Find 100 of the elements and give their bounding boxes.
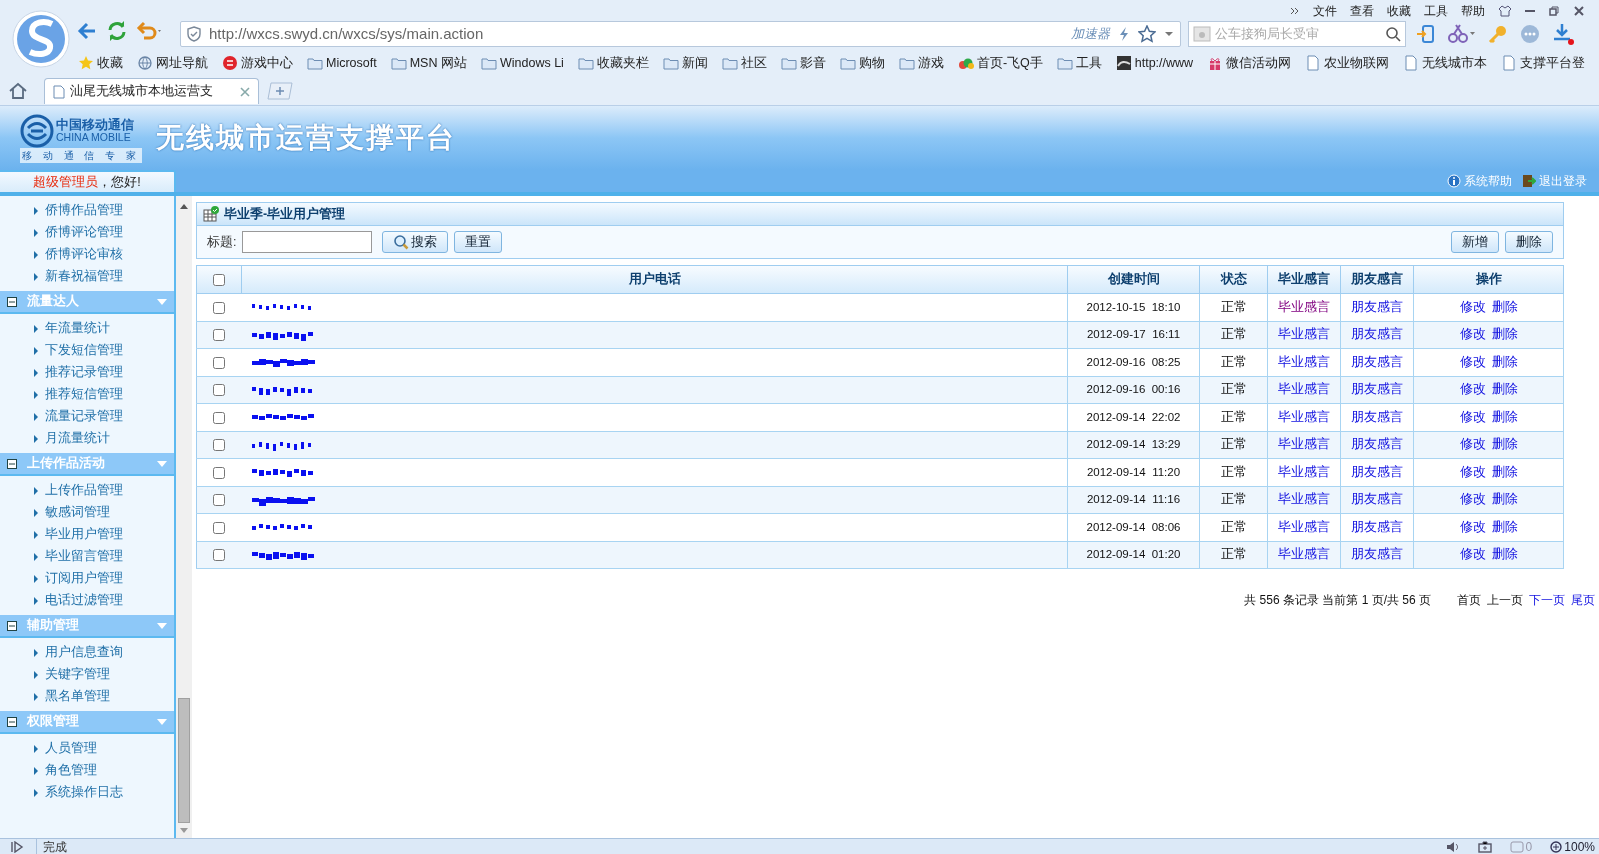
browser-tab[interactable]: 汕尾无线城市本地运营支 (44, 78, 259, 104)
add-button[interactable]: 新增 (1451, 231, 1499, 253)
bookmark-link[interactable]: 收藏 (78, 54, 123, 73)
refresh-icon[interactable] (106, 20, 128, 42)
medkit-icon[interactable] (1477, 840, 1492, 853)
zoom-level[interactable]: 100% (1564, 837, 1595, 854)
sidebar-item[interactable]: 新春祝福管理 (0, 267, 174, 286)
sidebar-item[interactable]: 敏感词管理 (0, 503, 174, 522)
search-box[interactable]: 公车接狗局长受审 (1188, 21, 1406, 47)
scrollbar-thumb[interactable] (178, 698, 190, 823)
sidebar-item[interactable]: 人员管理 (0, 739, 174, 758)
delete-link[interactable]: 删除 (1491, 299, 1518, 314)
search-button[interactable]: 搜索 (382, 231, 449, 253)
row-checkbox[interactable] (213, 411, 226, 424)
row-checkbox[interactable] (213, 494, 226, 507)
bookmark-link[interactable]: 收藏夹栏 (577, 54, 649, 73)
pagination-link[interactable]: 尾页 (1571, 591, 1595, 609)
sidebar-item[interactable]: 下发短信管理 (0, 341, 174, 360)
sidebar-item[interactable]: 侨博作品管理 (0, 201, 174, 220)
edit-link[interactable]: 修改 (1459, 354, 1486, 369)
delete-link[interactable]: 删除 (1491, 547, 1518, 562)
bookmark-link[interactable]: 首页-飞Q手 (957, 54, 1043, 73)
reset-button[interactable]: 重置 (454, 231, 503, 253)
bookmark-link[interactable]: Microsoft (307, 54, 377, 73)
bookmark-link[interactable]: http://www (1115, 54, 1194, 73)
sidebar-item[interactable]: 月流量统计 (0, 429, 174, 448)
search-field[interactable]: 公车接狗局长受审 (1215, 24, 1381, 44)
row-checkbox[interactable] (213, 439, 226, 452)
bookmark-link[interactable]: 新闻 (662, 54, 708, 73)
delete-link[interactable]: 删除 (1491, 464, 1518, 479)
edit-link[interactable]: 修改 (1459, 299, 1486, 314)
download-icon[interactable] (1552, 23, 1574, 45)
row-checkbox[interactable] (213, 301, 226, 314)
menu-item[interactable]: 文件 (1313, 2, 1337, 20)
delete-link[interactable]: 删除 (1491, 409, 1518, 424)
back-icon[interactable] (76, 20, 98, 42)
sidebar-item[interactable]: 订阅用户管理 (0, 569, 174, 588)
bookmark-link[interactable]: 游戏 (898, 54, 944, 73)
bookmark-link[interactable]: MSN 网站 (390, 54, 467, 73)
select-all-checkbox[interactable] (213, 273, 225, 286)
bookmark-link[interactable]: 无线城市本 (1403, 54, 1488, 73)
sidebar-item[interactable]: 年流量统计 (0, 319, 174, 338)
sidebar-item[interactable]: 关键字管理 (0, 665, 174, 684)
undo-icon[interactable] (136, 20, 164, 42)
row-checkbox[interactable] (213, 549, 226, 562)
delete-link[interactable]: 删除 (1491, 327, 1518, 342)
home-icon[interactable] (8, 81, 28, 101)
edit-link[interactable]: 修改 (1459, 547, 1486, 562)
delete-link[interactable]: 删除 (1491, 382, 1518, 397)
bookmark-link[interactable]: 游戏中心 (222, 54, 293, 73)
edit-link[interactable]: 修改 (1459, 519, 1486, 534)
speaker-icon[interactable] (1445, 840, 1460, 853)
delete-link[interactable]: 删除 (1491, 437, 1518, 452)
row-checkbox[interactable] (213, 356, 226, 369)
sidebar-item[interactable]: 电话过滤管理 (0, 591, 174, 610)
delete-button[interactable]: 删除 (1505, 231, 1553, 253)
bookmark-link[interactable]: 网址导航 (137, 54, 208, 73)
delete-link[interactable]: 删除 (1491, 492, 1518, 507)
bookmark-link[interactable]: 影音 (780, 54, 826, 73)
edit-link[interactable]: 修改 (1459, 382, 1486, 397)
scissors-icon[interactable] (1448, 24, 1476, 44)
edit-link[interactable]: 修改 (1459, 409, 1486, 424)
sidebar-item[interactable]: 推荐记录管理 (0, 363, 174, 382)
edit-link[interactable]: 修改 (1459, 327, 1486, 342)
sidebar-item[interactable]: 侨博评论管理 (0, 223, 174, 242)
menu-item[interactable]: 工具 (1424, 2, 1448, 20)
sidebar-item[interactable]: 角色管理 (0, 761, 174, 780)
title-input[interactable] (242, 231, 373, 253)
phone-icon[interactable] (1416, 24, 1436, 44)
row-checkbox[interactable] (213, 521, 226, 534)
sidebar-item[interactable]: 上传作品管理 (0, 481, 174, 500)
edit-link[interactable]: 修改 (1459, 437, 1486, 452)
sidebar-item[interactable]: 系统操作日志 (0, 783, 174, 802)
sidebar-item[interactable]: 流量记录管理 (0, 407, 174, 426)
menu-item[interactable]: 收藏 (1387, 2, 1411, 20)
sidebar-item[interactable]: 侨博评论审核 (0, 245, 174, 264)
row-checkbox[interactable] (213, 384, 226, 397)
bookmark-link[interactable]: Windows Li (480, 54, 564, 73)
bookmark-link[interactable]: 社区 (721, 54, 767, 73)
bookmark-link[interactable]: 微信活动网 (1207, 54, 1292, 73)
delete-link[interactable]: 删除 (1491, 354, 1518, 369)
bookmark-link[interactable]: 工具 (1056, 54, 1102, 73)
address-bar[interactable]: http://wxcs.swyd.cn/wxcs/sys/main.action 加速器 (180, 21, 1181, 47)
edit-link[interactable]: 修改 (1459, 492, 1486, 507)
bookmark-link[interactable]: 支撑平台登 (1501, 54, 1586, 73)
bookmark-link[interactable]: 购物 (839, 54, 885, 73)
menu-item[interactable]: 查看 (1350, 2, 1374, 20)
accelerator-label[interactable]: 加速器 (1071, 24, 1110, 44)
sidebar-item[interactable]: 毕业留言管理 (0, 547, 174, 566)
sidebar-item[interactable]: 毕业用户管理 (0, 525, 174, 544)
menu-item[interactable]: 帮助 (1461, 2, 1485, 20)
sidebar-item[interactable]: 用户信息查询 (0, 643, 174, 662)
row-checkbox[interactable] (213, 329, 226, 342)
sidebar-item[interactable]: 黑名单管理 (0, 687, 174, 706)
edit-link[interactable]: 修改 (1459, 464, 1486, 479)
sidebar-item[interactable]: 推荐短信管理 (0, 385, 174, 404)
row-checkbox[interactable] (213, 466, 226, 479)
bookmark-link[interactable]: 农业物联网 (1305, 54, 1390, 73)
pagination-link[interactable]: 下一页 (1529, 591, 1565, 609)
delete-link[interactable]: 删除 (1491, 519, 1518, 534)
